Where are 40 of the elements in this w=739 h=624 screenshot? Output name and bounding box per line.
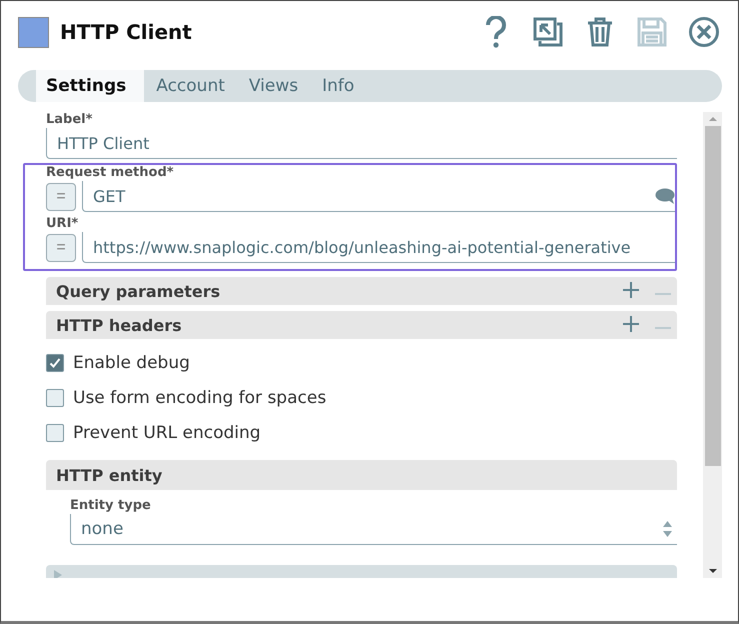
expand-icon: [533, 17, 563, 47]
field-label: Label*: [46, 112, 94, 127]
checkbox[interactable]: [46, 354, 64, 372]
section-title: HTTP headers: [56, 316, 183, 334]
field-label: Request method*: [46, 165, 175, 180]
minus-icon: [654, 292, 672, 296]
close-button[interactable]: [686, 14, 722, 50]
scrollbar[interactable]: [703, 112, 722, 578]
section-title: Query parameters: [56, 282, 222, 300]
checkmark-icon: [49, 356, 61, 368]
section-title: HTTP entity: [56, 466, 164, 484]
expression-toggle[interactable]: =: [46, 182, 76, 210]
checkbox-label: Prevent URL encoding: [73, 422, 261, 442]
tab[interactable]: Account: [144, 70, 237, 102]
checkbox-label: Use form encoding for spaces: [73, 388, 326, 408]
trash-icon: [586, 17, 614, 47]
checkbox[interactable]: [46, 424, 64, 442]
plus-icon: [622, 281, 640, 299]
minus-icon: [654, 326, 672, 330]
help-icon: [484, 16, 508, 48]
text-field[interactable]: HTTP Client: [46, 128, 677, 159]
window-title: HTTP Client: [60, 20, 193, 44]
spinner-arrows-icon: [662, 520, 673, 538]
text-field[interactable]: GET: [82, 181, 675, 212]
add-button[interactable]: [621, 281, 641, 301]
checkbox[interactable]: [46, 388, 64, 406]
expression-toggle[interactable]: =: [46, 234, 76, 262]
save-icon: [637, 17, 667, 47]
plus-icon: [622, 315, 640, 333]
field-label: Entity type: [70, 498, 152, 513]
checkbox-label: Enable debug: [73, 352, 190, 372]
close-icon: [688, 16, 720, 48]
tab[interactable]: Settings: [36, 70, 144, 102]
select-field[interactable]: none: [70, 514, 677, 545]
field-label: URI*: [46, 216, 80, 231]
text-field[interactable]: https://www.snaplogic.com/blog/unleashing-ai-potential-generative: [82, 232, 675, 263]
tab[interactable]: Info: [310, 70, 366, 102]
tab[interactable]: Views: [236, 70, 310, 102]
add-button[interactable]: [621, 315, 641, 335]
expand-arrow-icon: [54, 570, 62, 578]
